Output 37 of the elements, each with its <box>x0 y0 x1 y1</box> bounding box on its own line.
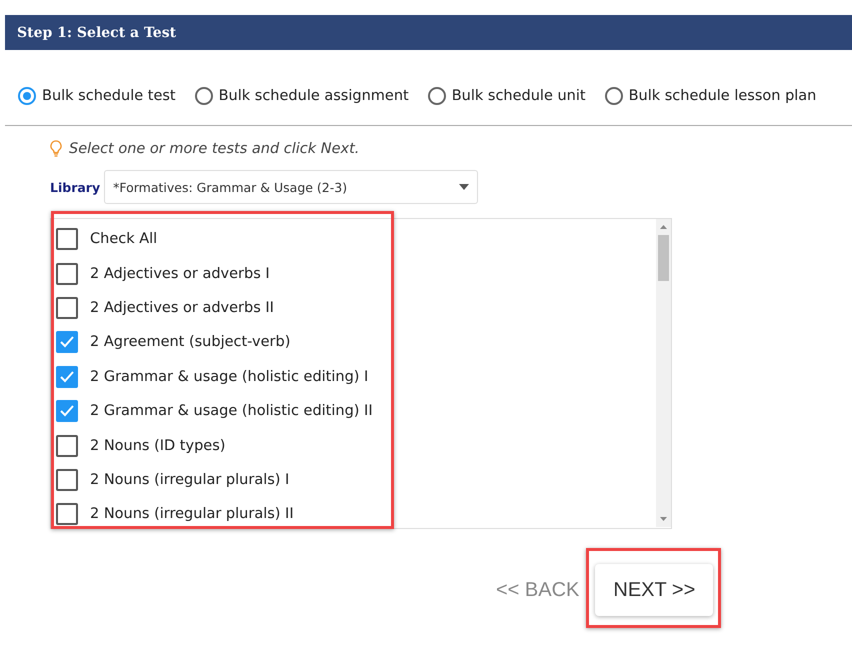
checkbox[interactable] <box>56 228 78 250</box>
radio-button[interactable] <box>428 87 446 105</box>
checkbox[interactable] <box>56 296 78 319</box>
checkbox[interactable] <box>56 503 78 526</box>
radio-option[interactable]: Bulk schedule test <box>18 80 176 112</box>
library-label: Library <box>50 180 100 194</box>
radio-button[interactable] <box>18 87 36 105</box>
checkmark-icon <box>59 335 75 350</box>
checkmark-icon <box>59 404 75 418</box>
checkbox[interactable] <box>56 400 78 422</box>
checkmark-icon <box>59 370 75 384</box>
hint-text: Select one or more tests and click Next. <box>69 140 360 156</box>
radio-option[interactable]: Bulk schedule lesson plan <box>604 80 816 112</box>
radio-button[interactable] <box>194 87 213 105</box>
test-option[interactable]: 2 Grammar & usage (holistic editing) I <box>56 360 373 394</box>
test-option[interactable]: 2 Adjectives or adverbs II <box>56 290 373 326</box>
checkbox[interactable] <box>56 262 78 285</box>
radio-option[interactable]: Bulk schedule unit <box>428 80 586 112</box>
test-option[interactable]: 2 Adjectives or adverbs I <box>56 256 373 291</box>
checkbox[interactable] <box>56 468 78 491</box>
library-dropdown[interactable]: *Formatives: Grammar & Usage (2-3) <box>104 170 478 204</box>
test-option[interactable]: 2 Nouns (ID types) <box>56 428 373 463</box>
scrollbar[interactable] <box>656 219 671 527</box>
radio-option[interactable]: Bulk schedule assignment <box>194 80 409 112</box>
test-option[interactable]: 2 Grammar & usage (holistic editing) II <box>56 394 373 428</box>
test-option[interactable]: 2 Nouns (irregular plurals) II <box>56 497 373 532</box>
next-button[interactable]: NEXT >> <box>595 564 714 616</box>
checkbox[interactable] <box>56 366 78 388</box>
radio-button[interactable] <box>604 87 623 105</box>
checkbox[interactable] <box>56 331 78 354</box>
test-option[interactable]: 2 Agreement (subject-verb) <box>56 325 373 360</box>
test-option[interactable]: 2 Nouns (irregular plurals) I <box>56 462 373 498</box>
checkbox[interactable] <box>56 434 78 457</box>
section-title: Step 1: Select a Test <box>17 24 176 40</box>
test-option[interactable]: Check All <box>56 222 373 256</box>
lightbulb-icon <box>50 140 62 157</box>
caret-icon <box>459 184 470 190</box>
